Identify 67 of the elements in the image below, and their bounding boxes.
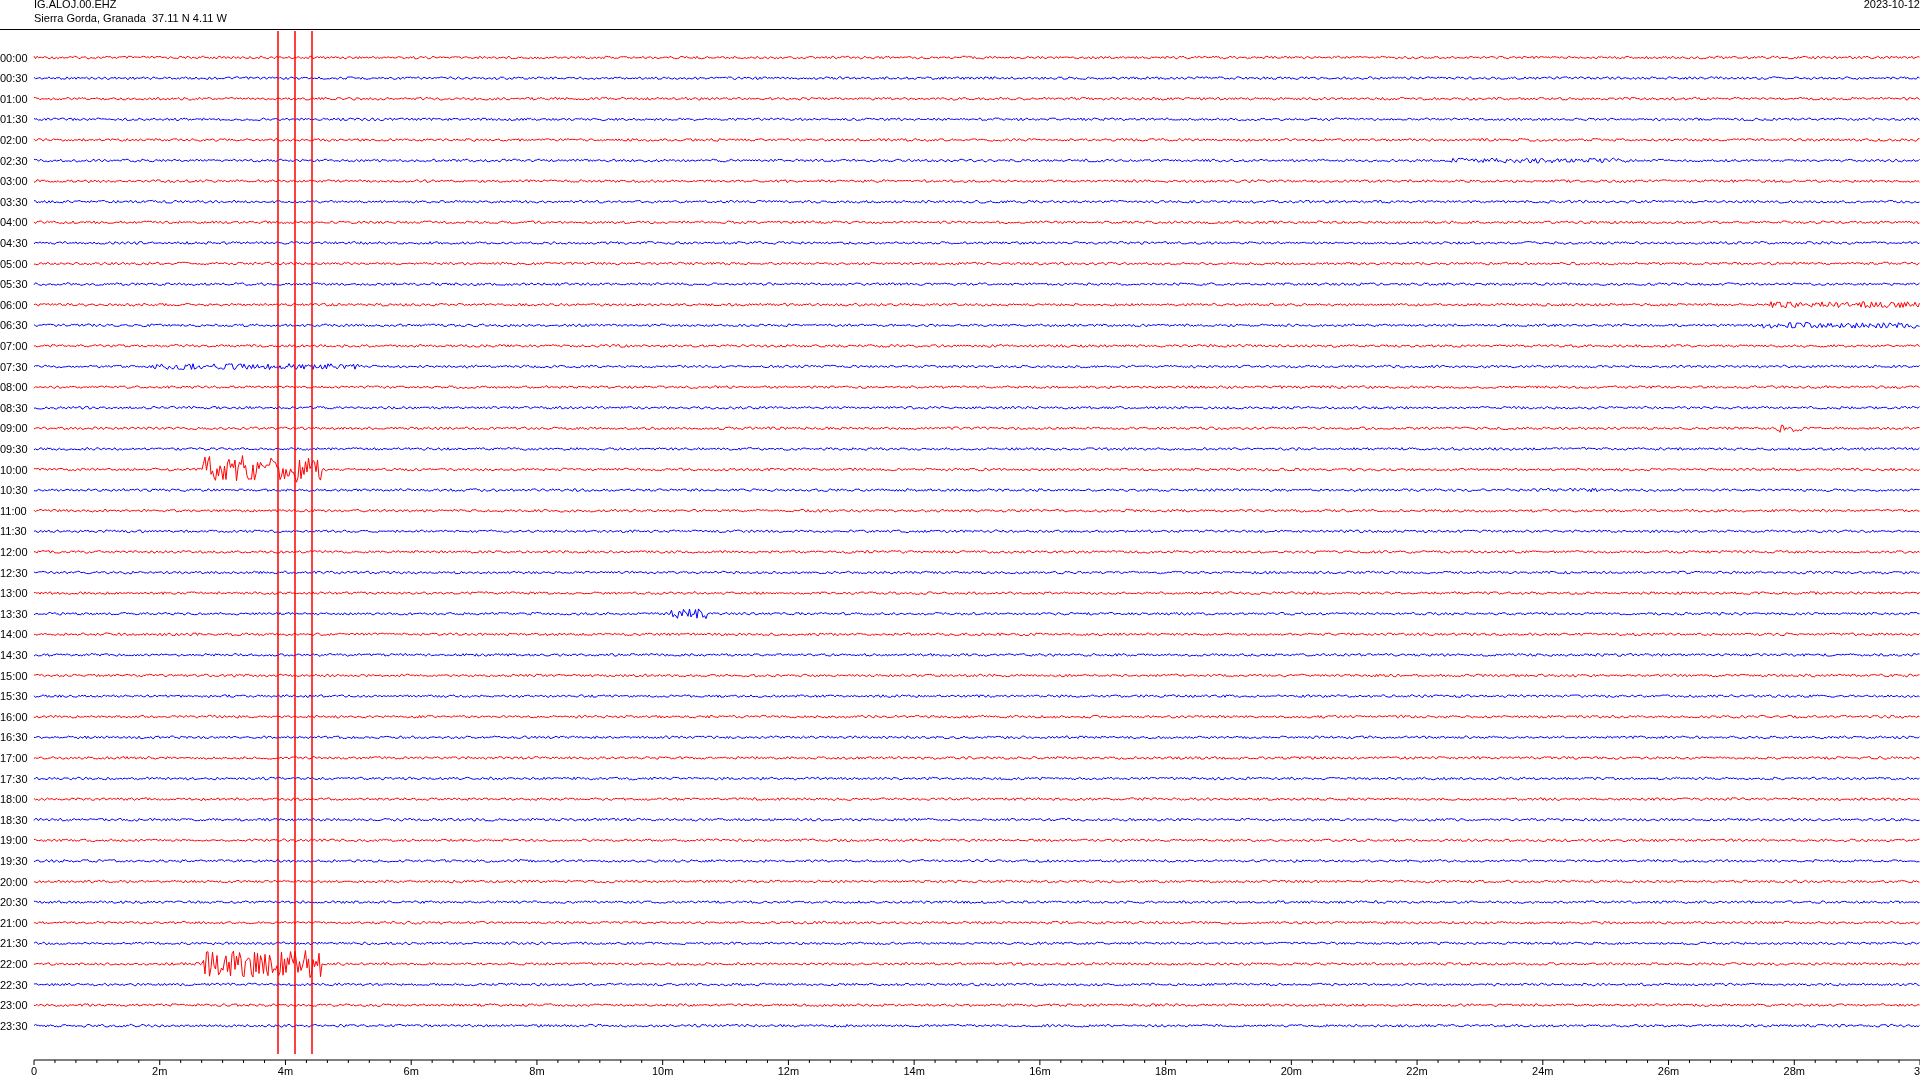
time-label: 15:00 xyxy=(0,669,28,682)
time-label: 05:00 xyxy=(0,257,28,270)
axis-label: 18m xyxy=(1154,1065,1177,1077)
time-label: 20:30 xyxy=(0,896,28,909)
time-label: 07:00 xyxy=(0,339,28,352)
axis-label: 3 xyxy=(1913,1065,1920,1077)
time-label: 15:30 xyxy=(0,690,28,703)
time-label: 13:30 xyxy=(0,607,28,620)
time-label: 00:30 xyxy=(0,72,28,85)
time-label: 06:00 xyxy=(0,298,28,311)
date-label: 2023-10-12 xyxy=(1863,0,1920,12)
time-label: 03:30 xyxy=(0,195,28,208)
axis-label: 0 xyxy=(30,1065,38,1077)
time-label: 01:00 xyxy=(0,92,28,105)
time-label: 08:30 xyxy=(0,401,28,414)
time-label: 04:00 xyxy=(0,216,28,229)
axis-label: 2m xyxy=(152,1065,168,1077)
time-label: 05:30 xyxy=(0,278,28,291)
axis-label: 22m xyxy=(1406,1065,1428,1077)
time-label: 10:00 xyxy=(0,463,28,476)
time-label: 07:30 xyxy=(0,360,28,373)
time-label: 10:30 xyxy=(0,484,28,497)
axis-label: 8m xyxy=(529,1065,545,1077)
axis-label: 26m xyxy=(1657,1065,1680,1077)
station-location: Sierra Gorda, Granada 37.11 N 4.11 W xyxy=(34,11,227,25)
time-label: 11:00 xyxy=(0,504,27,517)
axis-label: 4m xyxy=(277,1065,294,1077)
time-label: 22:00 xyxy=(0,957,28,970)
time-label: 11:30 xyxy=(0,525,27,538)
time-label: 02:30 xyxy=(0,154,28,167)
time-label: 16:00 xyxy=(0,710,28,723)
axis-label: 10m xyxy=(651,1065,674,1077)
axis-label: 16m xyxy=(1029,1065,1051,1077)
axis-label: 20m xyxy=(1280,1065,1303,1077)
time-label: 17:00 xyxy=(0,751,28,764)
time-label: 02:00 xyxy=(0,133,28,146)
time-label: 03:00 xyxy=(0,175,28,188)
time-label: 00:00 xyxy=(0,51,28,64)
time-label: 14:30 xyxy=(0,648,28,661)
time-label: 13:00 xyxy=(0,587,28,600)
time-label: 09:00 xyxy=(0,422,28,435)
time-label: 19:30 xyxy=(0,854,28,867)
time-label: 08:00 xyxy=(0,381,28,394)
time-label: 23:00 xyxy=(0,999,28,1012)
time-label: 22:30 xyxy=(0,978,28,991)
time-label: 12:00 xyxy=(0,545,28,558)
axis-label: 6m xyxy=(403,1065,419,1077)
axis-label: 12m xyxy=(777,1065,800,1077)
time-label: 23:30 xyxy=(0,1019,28,1032)
axis-label: 28m xyxy=(1783,1065,1805,1077)
time-label: 19:00 xyxy=(0,834,28,847)
time-label: 06:30 xyxy=(0,319,28,332)
time-label: 04:30 xyxy=(0,236,28,249)
time-label: 01:30 xyxy=(0,113,28,126)
time-label: 14:00 xyxy=(0,628,28,641)
axis-label: 14m xyxy=(903,1065,925,1077)
time-label: 17:30 xyxy=(0,772,28,785)
time-label: 20:00 xyxy=(0,875,28,888)
time-label: 18:30 xyxy=(0,813,28,826)
station-code: IG.ALOJ.00.EHZ xyxy=(34,0,118,11)
time-label: 18:00 xyxy=(0,793,28,806)
time-label: 09:30 xyxy=(0,442,28,455)
time-label: 12:30 xyxy=(0,566,28,579)
time-label: 21:00 xyxy=(0,916,28,929)
axis-label: 24m xyxy=(1532,1065,1554,1077)
time-label: 16:30 xyxy=(0,731,28,744)
time-label: 21:30 xyxy=(0,937,28,950)
